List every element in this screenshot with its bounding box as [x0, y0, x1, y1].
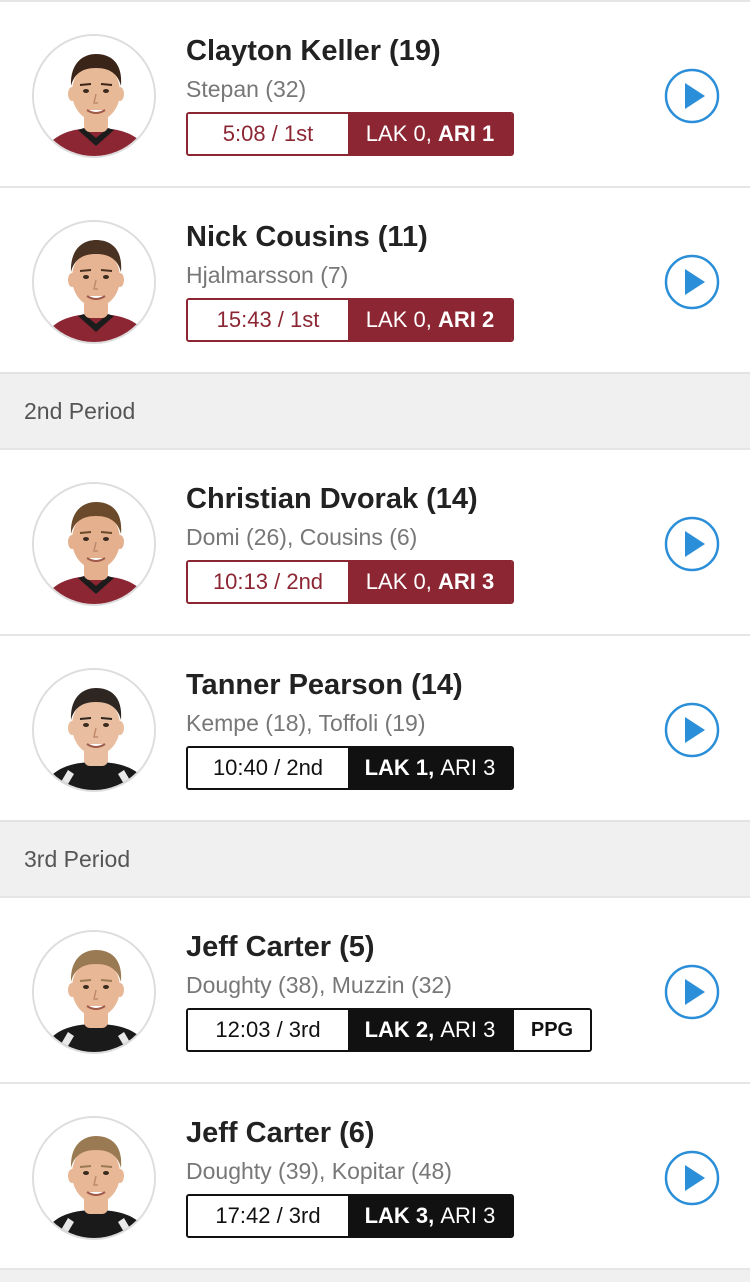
play-video-button[interactable] [664, 516, 720, 572]
game-score: LAK 1, ARI 3 [348, 748, 512, 788]
game-score: LAK 3, ARI 3 [348, 1196, 512, 1236]
period-header: 3rd Period [0, 820, 750, 896]
play-icon [664, 1150, 720, 1210]
goal-info: Clayton Keller (19) Stepan (32) 5:08 / 1st… [186, 32, 514, 156]
game-score: LAK 0, ARI 3 [348, 562, 512, 602]
score-separator: , [428, 755, 441, 780]
score-separator: , [425, 569, 438, 594]
game-score: LAK 2, ARI 3 [348, 1010, 512, 1050]
goal-type-badge: PPG [512, 1010, 590, 1050]
goal-row[interactable]: Nick Cousins (11) Hjalmarsson (7) 15:43 / … [0, 186, 750, 372]
goal-scorer: Christian Dvorak (14) [186, 483, 478, 515]
goal-score-box: 10:13 / 2nd LAK 0, ARI 3 [186, 560, 514, 604]
goal-time: 15:43 / 1st [188, 300, 348, 340]
goal-assists: Hjalmarsson (7) [186, 262, 349, 288]
team-score: ARI 3 [440, 1017, 496, 1042]
list-bottom-edge [0, 1268, 750, 1278]
play-icon [664, 516, 720, 576]
goal-time: 5:08 / 1st [188, 114, 348, 154]
team-score: ARI 1 [437, 121, 495, 146]
play-video-button[interactable] [664, 254, 720, 310]
goal-info: Nick Cousins (11) Hjalmarsson (7) 15:43 / … [186, 218, 514, 342]
play-video-button[interactable] [664, 964, 720, 1020]
play-icon [664, 254, 720, 314]
goal-scorer: Tanner Pearson (14) [186, 669, 463, 701]
goal-score-box: 15:43 / 1st LAK 0, ARI 2 [186, 298, 514, 342]
goal-score-box: 5:08 / 1st LAK 0, ARI 1 [186, 112, 514, 156]
team-score: ARI 3 [440, 755, 496, 780]
goal-score-box: 12:03 / 3rd LAK 2, ARI 3 PPG [186, 1008, 592, 1052]
goal-time: 17:42 / 3rd [188, 1196, 348, 1236]
play-video-button[interactable] [664, 68, 720, 124]
player-headshot [32, 930, 156, 1054]
team-score: LAK 1 [364, 755, 429, 780]
team-score: LAK 2 [364, 1017, 429, 1042]
play-icon [664, 68, 720, 128]
goal-time: 10:40 / 2nd [188, 748, 348, 788]
goal-scorer: Jeff Carter (5) [186, 931, 375, 963]
goal-summary-list: Clayton Keller (19) Stepan (32) 5:08 / 1st… [0, 0, 750, 1278]
player-headshot [32, 1116, 156, 1240]
game-score: LAK 0, ARI 2 [348, 300, 512, 340]
goal-scorer: Clayton Keller (19) [186, 35, 441, 67]
team-score: LAK 0 [365, 569, 426, 594]
goal-assists: Domi (26), Cousins (6) [186, 524, 418, 550]
goal-assists: Kempe (18), Toffoli (19) [186, 710, 426, 736]
score-separator: , [428, 1017, 441, 1042]
period-header: 2nd Period [0, 372, 750, 448]
goal-scorer: Jeff Carter (6) [186, 1117, 375, 1149]
goal-assists: Stepan (32) [186, 76, 307, 102]
goal-scorer: Nick Cousins (11) [186, 221, 428, 253]
goal-info: Christian Dvorak (14) Domi (26), Cousins … [186, 480, 514, 604]
goal-assists: Doughty (38), Muzzin (32) [186, 972, 452, 998]
team-score: ARI 3 [440, 1203, 496, 1228]
play-icon [664, 964, 720, 1024]
score-separator: , [428, 1203, 441, 1228]
goal-assists: Doughty (39), Kopitar (48) [186, 1158, 452, 1184]
goal-info: Jeff Carter (5) Doughty (38), Muzzin (32)… [186, 928, 592, 1052]
score-separator: , [425, 307, 438, 332]
team-score: ARI 2 [437, 307, 495, 332]
team-score: LAK 0 [365, 307, 426, 332]
team-score: LAK 3 [364, 1203, 429, 1228]
goal-time: 10:13 / 2nd [188, 562, 348, 602]
player-headshot [32, 34, 156, 158]
goal-row[interactable]: Clayton Keller (19) Stepan (32) 5:08 / 1st… [0, 0, 750, 186]
goal-score-box: 10:40 / 2nd LAK 1, ARI 3 [186, 746, 514, 790]
score-separator: , [425, 121, 438, 146]
team-score: LAK 0 [365, 121, 426, 146]
play-video-button[interactable] [664, 702, 720, 758]
goal-info: Tanner Pearson (14) Kempe (18), Toffoli (… [186, 666, 514, 790]
goal-row[interactable]: Tanner Pearson (14) Kempe (18), Toffoli (… [0, 634, 750, 820]
goal-row[interactable]: Jeff Carter (5) Doughty (38), Muzzin (32)… [0, 896, 750, 1082]
play-icon [664, 702, 720, 762]
player-headshot [32, 220, 156, 344]
goal-score-box: 17:42 / 3rd LAK 3, ARI 3 [186, 1194, 514, 1238]
player-headshot [32, 482, 156, 606]
goal-row[interactable]: Christian Dvorak (14) Domi (26), Cousins … [0, 448, 750, 634]
team-score: ARI 3 [437, 569, 495, 594]
game-score: LAK 0, ARI 1 [348, 114, 512, 154]
play-video-button[interactable] [664, 1150, 720, 1206]
player-headshot [32, 668, 156, 792]
goal-time: 12:03 / 3rd [188, 1010, 348, 1050]
goal-row[interactable]: Jeff Carter (6) Doughty (39), Kopitar (48… [0, 1082, 750, 1268]
goal-info: Jeff Carter (6) Doughty (39), Kopitar (48… [186, 1114, 514, 1238]
